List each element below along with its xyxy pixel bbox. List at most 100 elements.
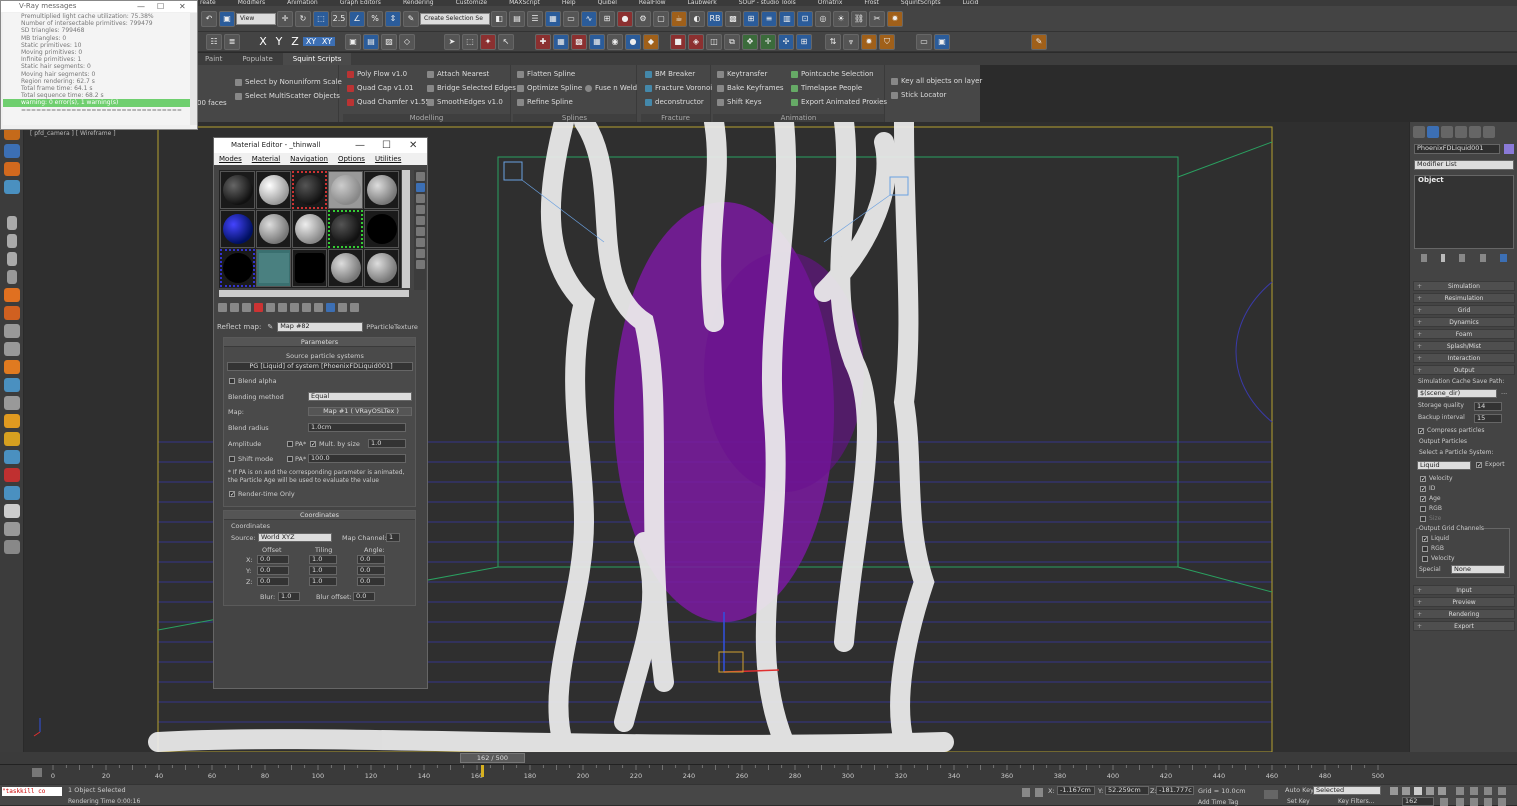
rb-button[interactable]: RB bbox=[707, 10, 723, 27]
render-setup-icon[interactable]: ⚙ bbox=[635, 10, 651, 27]
deconstructor-button[interactable]: deconstructor bbox=[645, 98, 704, 106]
slots-scrollbar[interactable] bbox=[402, 170, 410, 288]
modifier-stack[interactable]: Object bbox=[1414, 175, 1514, 249]
brush-icon[interactable] bbox=[3, 396, 20, 410]
align-icon[interactable]: ▤ bbox=[509, 10, 525, 27]
rollout-rendering[interactable]: Rendering bbox=[1413, 609, 1515, 619]
sample-slot[interactable] bbox=[364, 171, 399, 209]
menu-options[interactable]: Options bbox=[338, 155, 365, 163]
shift-pa-checkbox[interactable] bbox=[287, 456, 293, 462]
shift-mode-checkbox[interactable] bbox=[229, 456, 235, 462]
particle-system-dropdown[interactable]: Liquid bbox=[1417, 461, 1471, 470]
maxscript-listener[interactable]: "taskkill co bbox=[2, 787, 62, 796]
trash-icon[interactable] bbox=[6, 270, 17, 284]
tiling-z-field[interactable]: 1.0 bbox=[309, 577, 337, 586]
velocity-grid-checkbox[interactable] bbox=[1422, 556, 1428, 562]
create-tab-icon[interactable] bbox=[1413, 126, 1425, 138]
sample-slot[interactable] bbox=[220, 210, 255, 248]
red-grid-icon[interactable]: ▩ bbox=[571, 33, 587, 50]
bm-breaker-button[interactable]: BM Breaker bbox=[645, 70, 695, 78]
play-icon[interactable] bbox=[6, 216, 17, 230]
curve-editor-icon[interactable]: ∿ bbox=[581, 10, 597, 27]
axis-xy-button[interactable]: XY bbox=[303, 37, 319, 46]
sample-slot[interactable] bbox=[220, 249, 255, 287]
show-end-result-icon[interactable] bbox=[326, 303, 335, 312]
sample-slot[interactable] bbox=[292, 249, 327, 287]
blue-grid2-icon[interactable]: ⊞ bbox=[796, 33, 812, 50]
help-icon[interactable] bbox=[3, 540, 20, 554]
export-checkbox[interactable]: ✓ bbox=[1476, 462, 1482, 469]
region-select-icon[interactable]: ⬚ bbox=[462, 33, 478, 50]
render-production-icon[interactable]: ☕ bbox=[671, 10, 687, 27]
grid-tool-icon[interactable] bbox=[3, 144, 20, 158]
orbit-icon[interactable] bbox=[1484, 787, 1492, 795]
blending-method-dropdown[interactable]: Equal bbox=[308, 392, 412, 401]
time-slider[interactable]: 162 / 500 bbox=[0, 752, 1517, 764]
sample-slot[interactable] bbox=[292, 210, 327, 248]
layers-icon[interactable]: ▥ bbox=[779, 10, 795, 27]
rollout-input[interactable]: Input bbox=[1413, 585, 1515, 595]
material-editor-titlebar[interactable]: Material Editor - _thinwall — ☐ ✕ bbox=[214, 138, 427, 153]
minimize-button[interactable]: — bbox=[355, 138, 365, 153]
prev-frame-icon[interactable] bbox=[1402, 787, 1410, 795]
fire-tool-icon[interactable] bbox=[3, 162, 20, 176]
zoom-icon[interactable] bbox=[1456, 787, 1464, 795]
slots-hscrollbar[interactable] bbox=[219, 290, 409, 297]
menu-modes[interactable]: Modes bbox=[219, 155, 242, 163]
configure-sets-icon[interactable] bbox=[1499, 254, 1507, 262]
sample-slot[interactable] bbox=[364, 210, 399, 248]
tiling-y-field[interactable]: 1.0 bbox=[309, 566, 337, 575]
motion-tab-icon[interactable] bbox=[1455, 126, 1467, 138]
map-type-button[interactable]: PParticleTexture bbox=[366, 323, 418, 331]
track-bar[interactable]: 0 20 40 60 80 100 120 140 160 180 200 220 240 260 280 3… bbox=[0, 764, 1517, 784]
object-color-swatch[interactable] bbox=[1504, 144, 1514, 154]
put-to-library-icon[interactable] bbox=[290, 303, 299, 312]
attach-nearest-button[interactable]: Attach Nearest bbox=[427, 70, 489, 78]
parameters-header[interactable]: Parameters bbox=[224, 338, 415, 347]
shift-field[interactable]: 100.0 bbox=[308, 454, 406, 463]
menu-material[interactable]: Material bbox=[252, 155, 280, 163]
next-frame-icon[interactable] bbox=[1426, 787, 1434, 795]
tab-squint-scripts[interactable]: Squint Scripts bbox=[282, 53, 352, 65]
material-editor-icon[interactable]: ● bbox=[617, 10, 633, 27]
red-cube-icon[interactable]: ◈ bbox=[688, 33, 704, 50]
undo-icon[interactable]: ↶ bbox=[201, 10, 217, 27]
id-channel-checkbox[interactable]: ✓ bbox=[1420, 486, 1426, 493]
offset-y-field[interactable]: 0.0 bbox=[257, 566, 289, 575]
menu-navigation[interactable]: Navigation bbox=[290, 155, 328, 163]
play-animation-icon[interactable] bbox=[1414, 787, 1422, 795]
show-end-result-icon[interactable] bbox=[1441, 254, 1446, 262]
auto-key-button[interactable]: Auto Key bbox=[1285, 786, 1314, 794]
mirror-icon[interactable]: ◧ bbox=[491, 10, 507, 27]
special-dropdown[interactable]: None bbox=[1451, 565, 1505, 574]
vortex-icon[interactable] bbox=[3, 324, 20, 338]
y-coord-field[interactable]: 52.259cm bbox=[1105, 786, 1149, 795]
ribbon-toggle-icon[interactable]: ▭ bbox=[563, 10, 579, 27]
timelapse-people-button[interactable]: Timelapse People bbox=[791, 84, 862, 92]
pick-icon[interactable]: ✦ bbox=[480, 33, 496, 50]
color-picker-icon[interactable]: ✚ bbox=[535, 33, 551, 50]
rollout-splash-mist[interactable]: Splash/Mist bbox=[1413, 341, 1515, 351]
menu-utilities[interactable]: Utilities bbox=[375, 155, 401, 163]
pointcache-selection-button[interactable]: Pointcache Selection bbox=[791, 70, 874, 78]
select-by-material-icon[interactable] bbox=[415, 249, 425, 258]
size-channel-checkbox[interactable] bbox=[1420, 516, 1426, 522]
age-channel-checkbox[interactable]: ✓ bbox=[1420, 496, 1426, 503]
map-name-field[interactable]: Map #82 bbox=[277, 322, 364, 332]
material-navigator-icon[interactable] bbox=[415, 260, 425, 269]
viewport-label[interactable]: [ pfd_camera ] [ Wireframe ] bbox=[30, 130, 116, 137]
velocity-channel-checkbox[interactable]: ✓ bbox=[1420, 476, 1426, 483]
rollout-interaction[interactable]: Interaction bbox=[1413, 353, 1515, 363]
sample-slot[interactable] bbox=[328, 171, 363, 209]
select-multiscatter-button[interactable]: Select MultiScatter Objects bbox=[235, 92, 340, 100]
keytransfer-button[interactable]: Keytransfer bbox=[717, 70, 767, 78]
x-coord-field[interactable]: -1.167cm bbox=[1057, 786, 1095, 795]
unlink-icon[interactable]: ✂ bbox=[869, 10, 885, 27]
checker-icon[interactable]: ▩ bbox=[725, 10, 741, 27]
key-all-objects-button[interactable]: Key all objects on layer bbox=[891, 77, 982, 85]
named-selection-dropdown[interactable]: Create Selection Se bbox=[420, 12, 490, 25]
z-coord-field[interactable]: -181.777c bbox=[1156, 786, 1194, 795]
mult-by-size-checkbox[interactable]: ✓ bbox=[310, 441, 316, 448]
smooth-edges-button[interactable]: SmoothEdges v1.0 bbox=[427, 98, 503, 106]
key-filters-button[interactable]: Key Filters... bbox=[1338, 798, 1375, 805]
